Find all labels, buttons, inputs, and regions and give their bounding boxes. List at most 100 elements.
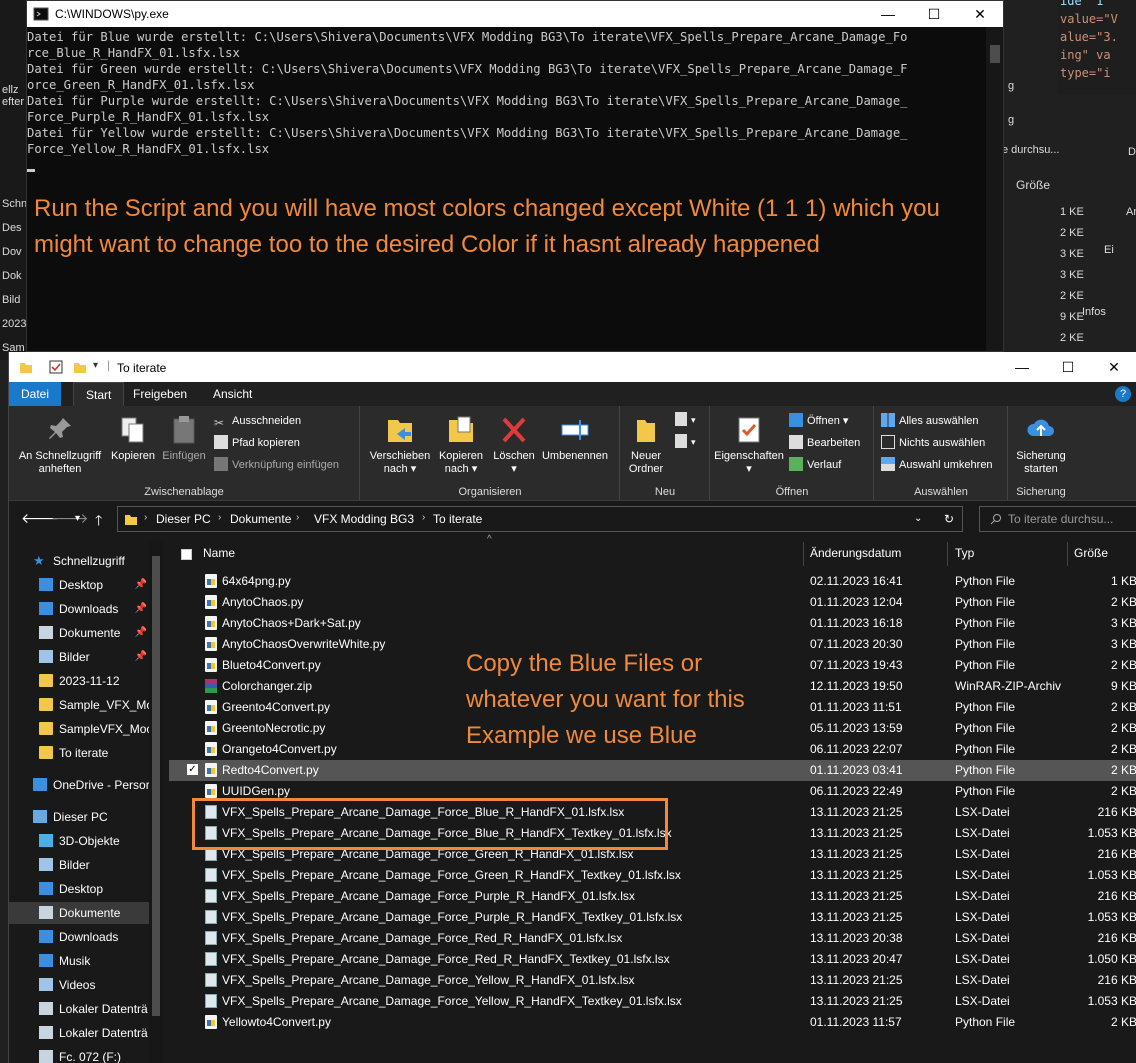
column-date[interactable]: Änderungsdatum	[810, 546, 901, 560]
console-window[interactable]: C:\WINDOWS\py.exe — ☐ ✕ Datei für Blue w…	[26, 0, 1004, 352]
sort-chevron-icon: ^	[487, 534, 492, 545]
new-folder-icon[interactable]	[73, 360, 87, 374]
nav-item-musik[interactable]: Musik	[9, 950, 149, 972]
tab-start[interactable]: Start	[73, 382, 125, 407]
rename-button[interactable]: Umbenennen	[537, 414, 613, 463]
console-close-button[interactable]: ✕	[957, 1, 1003, 27]
copy-to-button[interactable]: Kopieren nach ▾	[433, 414, 489, 476]
console-titlebar[interactable]: C:\WINDOWS\py.exe — ☐ ✕	[27, 1, 1003, 27]
explorer-maximize-button[interactable]: ☐	[1045, 352, 1091, 382]
properties-check-icon[interactable]	[49, 360, 63, 374]
cut-button[interactable]: ✂ Ausschneiden	[214, 411, 301, 431]
nav-item-schnellzugriff[interactable]: ★ Schnellzugriff	[9, 550, 149, 572]
file-row[interactable]: VFX_Spells_Prepare_Arcane_Damage_Force_P…	[169, 907, 1136, 928]
refresh-icon[interactable]: ↻	[944, 512, 954, 526]
pin-quick-access-button[interactable]: An Schnellzugriff anheften	[15, 414, 105, 476]
nav-item-bilder[interactable]: Bilder 📌	[9, 646, 149, 668]
new-item-button[interactable]: ▾	[675, 410, 696, 430]
breadcrumb-to-iterate[interactable]: To iterate	[433, 512, 482, 526]
navigation-scrollbar[interactable]	[149, 540, 163, 1063]
nav-item-onedrive-persor[interactable]: OneDrive - Persor	[9, 774, 149, 796]
file-row[interactable]: 64x64png.py 02.11.2023 16:41 Python File 1 …	[169, 571, 1136, 592]
nav-item-dieser-pc[interactable]: Dieser PC	[9, 806, 149, 828]
row-checkbox[interactable]: ✓	[187, 764, 198, 775]
nav-item-dokumente[interactable]: Dokumente	[9, 902, 149, 924]
file-row[interactable]: VFX_Spells_Prepare_Arcane_Damage_Force_Y…	[169, 991, 1136, 1012]
explorer-titlebar[interactable]: ▾ | To iterate — ☐ ✕	[9, 352, 1136, 382]
select-none-button[interactable]: Nichts auswählen	[881, 433, 985, 453]
forward-arrow-icon[interactable]: 🡒	[51, 510, 89, 527]
file-row[interactable]: VFX_Spells_Prepare_Arcane_Damage_Force_Y…	[169, 970, 1136, 991]
select-all-checkbox[interactable]	[181, 549, 192, 560]
start-backup-button[interactable]: Sicherung starten	[1011, 414, 1071, 476]
breadcrumb-vfx-modding[interactable]: VFX Modding BG3	[314, 512, 414, 526]
nav-item-3d-objekte[interactable]: 3D-Objekte	[9, 830, 149, 852]
explorer-minimize-button[interactable]: —	[999, 352, 1045, 382]
nav-item-samplevfx-moc[interactable]: SampleVFX_Moc	[9, 718, 149, 740]
nav-item-2023-11-12[interactable]: 2023-11-12	[9, 670, 149, 692]
invert-selection-icon	[881, 457, 895, 471]
file-row[interactable]: AnytoChaos+Dark+Sat.py 01.11.2023 16:18 Py…	[169, 613, 1136, 634]
rename-label: Umbenennen	[541, 450, 609, 462]
column-type[interactable]: Typ	[955, 546, 974, 560]
quick-access-toolbar-dropdown-icon[interactable]: ▾	[93, 360, 98, 371]
paste-shortcut-button[interactable]: Verknüpfung einfügen	[214, 455, 339, 475]
address-input[interactable]: › Dieser PC › Dokumente › VFX Modding BG…	[117, 506, 963, 532]
paste-shortcut-icon	[214, 457, 228, 471]
delete-button[interactable]: Löschen ▾	[491, 414, 537, 476]
move-to-button[interactable]: Verschieben nach ▾	[365, 414, 435, 476]
nav-item-downloads[interactable]: Downloads	[9, 926, 149, 948]
nav-item-videos[interactable]: Videos	[9, 974, 149, 996]
file-date: 07.11.2023 19:43	[810, 658, 903, 672]
address-history-dropdown-icon[interactable]: ⌄	[914, 513, 922, 524]
nav-item-dokumente[interactable]: Dokumente 📌	[9, 622, 149, 644]
tab-ansicht[interactable]: Ansicht	[201, 382, 264, 406]
tab-datei[interactable]: Datei	[9, 382, 62, 406]
properties-button[interactable]: Eigenschaften ▾	[711, 414, 787, 476]
console-minimize-button[interactable]: —	[865, 1, 911, 27]
file-row[interactable]: VFX_Spells_Prepare_Arcane_Damage_Force_R…	[169, 949, 1136, 970]
new-folder-button[interactable]: Neuer Ordner	[625, 414, 667, 476]
column-name[interactable]: Name	[203, 546, 235, 560]
easy-access-button[interactable]: ▾	[675, 432, 696, 452]
breadcrumb-dokumente[interactable]: Dokumente	[230, 512, 291, 526]
nav-item-label: Schnellzugriff	[53, 554, 125, 568]
nav-item-lokaler-datentr-[interactable]: Lokaler Datenträ	[9, 998, 149, 1020]
recent-dropdown-icon[interactable]: ▾	[75, 513, 80, 524]
console-maximize-button[interactable]: ☐	[911, 1, 957, 27]
file-row[interactable]: VFX_Spells_Prepare_Arcane_Damage_Force_P…	[169, 886, 1136, 907]
help-button[interactable]: ?	[1115, 386, 1131, 402]
copy-button[interactable]: Kopieren	[109, 414, 157, 463]
explorer-close-button[interactable]: ✕	[1091, 352, 1136, 382]
nav-item-downloads[interactable]: Downloads 📌	[9, 598, 149, 620]
up-arrow-icon[interactable]: 🡑	[95, 510, 102, 534]
lsx-file-icon	[205, 973, 217, 987]
invert-selection-button[interactable]: Auswahl umkehren	[881, 455, 993, 475]
console-scrollbar[interactable]	[986, 27, 1003, 351]
column-size[interactable]: Größe	[1074, 546, 1108, 560]
nav-item-label: Fc. 072 (F:)	[59, 1050, 122, 1063]
file-row[interactable]: Yellowto4Convert.py 01.11.2023 11:57 Pytho…	[169, 1012, 1136, 1033]
search-box[interactable]: To iterate durchsu...	[979, 506, 1136, 532]
nav-item-desktop[interactable]: Desktop 📌	[9, 574, 149, 596]
breadcrumb-dieser-pc[interactable]: Dieser PC	[156, 512, 211, 526]
file-row[interactable]: VFX_Spells_Prepare_Arcane_Damage_Force_G…	[169, 865, 1136, 886]
nav-item-lokaler-datentr-[interactable]: Lokaler Datenträ	[9, 1022, 149, 1044]
copy-path-button[interactable]: Pfad kopieren	[214, 433, 300, 453]
history-button[interactable]: Verlauf	[789, 455, 841, 475]
select-all-button[interactable]: Alles auswählen	[881, 411, 979, 431]
nav-item-to-iterate[interactable]: To iterate	[9, 742, 149, 764]
file-row[interactable]: VFX_Spells_Prepare_Arcane_Damage_Force_R…	[169, 928, 1136, 949]
file-row[interactable]: AnytoChaos.py 01.11.2023 12:04 Python File…	[169, 592, 1136, 613]
nav-item-desktop[interactable]: Desktop	[9, 878, 149, 900]
edit-button[interactable]: Bearbeiten	[789, 433, 860, 453]
file-date: 01.11.2023 16:18	[810, 616, 903, 630]
nav-item-bilder[interactable]: Bilder	[9, 854, 149, 876]
nav-item-fc-072-f-[interactable]: Fc. 072 (F:)	[9, 1046, 149, 1063]
tab-freigeben[interactable]: Freigeben	[121, 382, 199, 406]
nav-item-sample-vfx-mo[interactable]: Sample_VFX_Mo	[9, 694, 149, 716]
paste-button[interactable]: Einfügen	[159, 414, 209, 463]
background-fragment: 2023	[2, 318, 27, 330]
open-button[interactable]: Öffnen ▾	[789, 411, 848, 431]
file-row[interactable]: ✓ Redto4Convert.py 01.11.2023 03:41 Python …	[169, 760, 1136, 781]
